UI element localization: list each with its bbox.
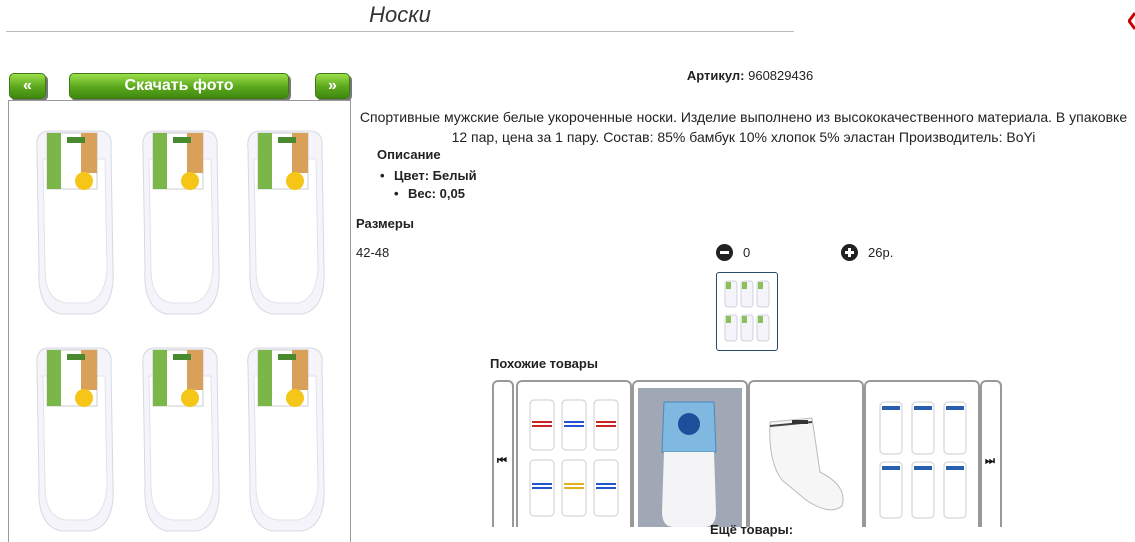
size-price: 26р. bbox=[868, 245, 894, 260]
sizes-heading: Размеры bbox=[356, 216, 414, 231]
gallery-next-button[interactable]: » bbox=[315, 73, 350, 99]
plus-icon[interactable] bbox=[841, 244, 858, 261]
skip-back-icon: ⏮ bbox=[497, 455, 507, 467]
carousel-prev-button[interactable]: ⏮ bbox=[492, 380, 514, 527]
gallery-prev-button[interactable]: « bbox=[9, 73, 46, 99]
product-description: Спортивные мужские белые укороченные нос… bbox=[359, 109, 1128, 145]
property-list: Цвет: Белый Вес: 0,05 bbox=[380, 167, 477, 203]
main-product-photo[interactable] bbox=[8, 100, 351, 542]
quantity-value: 0 bbox=[743, 245, 751, 260]
more-products-heading: Ещё товары: bbox=[710, 522, 794, 537]
property-color: Цвет: Белый bbox=[380, 167, 477, 185]
property-weight: Вес: 0,05 bbox=[394, 185, 477, 203]
minus-icon[interactable] bbox=[716, 244, 733, 261]
download-photo-button[interactable]: Скачать фото bbox=[69, 73, 289, 99]
skip-forward-icon: ⏭ bbox=[985, 455, 995, 467]
similar-products-heading: Похожие товары bbox=[490, 356, 598, 371]
similar-product-card[interactable] bbox=[748, 380, 864, 527]
similar-product-card[interactable] bbox=[864, 380, 980, 527]
carousel-next-button[interactable]: ⏭ bbox=[980, 380, 1002, 527]
close-icon[interactable] bbox=[1128, 10, 1135, 32]
similar-product-card[interactable] bbox=[516, 380, 632, 527]
article-number: Артикул: 960829436 bbox=[600, 68, 900, 83]
title-divider bbox=[6, 31, 794, 32]
similar-product-card[interactable] bbox=[632, 380, 748, 527]
article-value: 960829436 bbox=[748, 68, 814, 83]
size-label: 42-48 bbox=[356, 245, 390, 260]
photo-thumbnail[interactable] bbox=[716, 272, 778, 351]
article-label: Артикул: bbox=[686, 68, 745, 83]
page-title: Носки bbox=[369, 2, 431, 27]
description-heading: Описание bbox=[377, 147, 441, 162]
